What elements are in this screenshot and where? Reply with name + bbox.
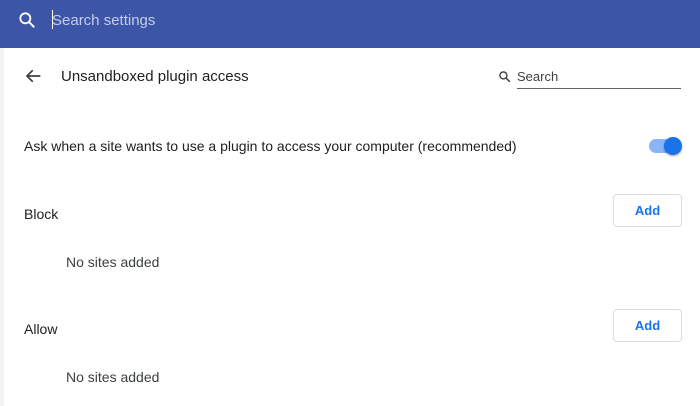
back-arrow-icon[interactable]	[24, 67, 42, 85]
search-settings-input[interactable]	[52, 8, 452, 32]
allow-empty-text: No sites added	[66, 369, 160, 385]
block-empty-text: No sites added	[66, 254, 160, 270]
settings-card	[4, 48, 700, 406]
header-strip	[0, 40, 700, 48]
search-icon[interactable]	[17, 10, 37, 30]
block-section-label: Block	[24, 206, 59, 222]
page-title: Unsandboxed plugin access	[61, 68, 249, 85]
toggle-knob[interactable]	[664, 137, 682, 155]
site-search-input[interactable]	[517, 67, 681, 89]
block-add-button[interactable]: Add	[613, 194, 682, 227]
text-cursor	[52, 10, 53, 29]
search-icon	[499, 71, 511, 83]
allow-add-button[interactable]: Add	[613, 309, 682, 342]
allow-section-label: Allow	[24, 321, 58, 337]
ask-setting-label: Ask when a site wants to use a plugin to…	[24, 138, 517, 154]
